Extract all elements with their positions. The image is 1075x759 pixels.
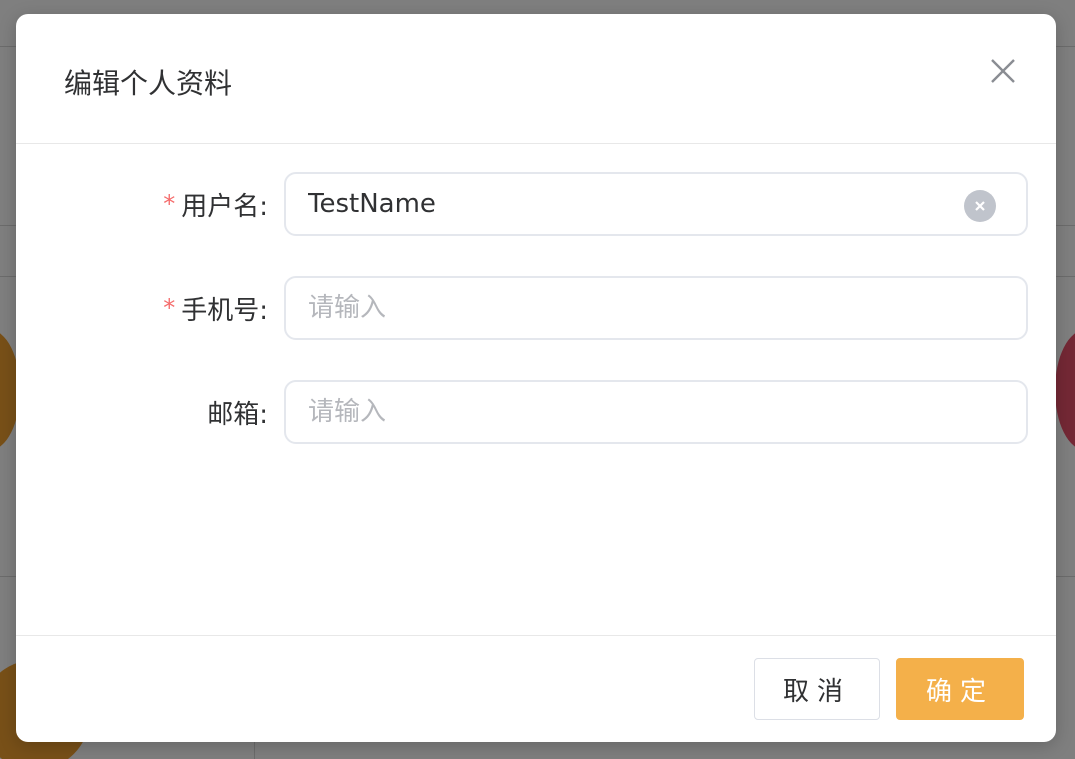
username-label-text: 用户名: [181,191,268,222]
username-label: * 用户名: [163,172,268,236]
dialog-header: 编辑个人资料 [16,14,1056,144]
email-input[interactable] [308,397,948,427]
phone-input[interactable] [308,293,948,323]
cancel-button[interactable]: 取消 [754,658,880,720]
phone-input-wrapper [284,276,1028,340]
app-page: 编辑个人资料 * 用户名: TestName * 手机号: 请输入 邮箱: 请输… [0,0,1075,759]
phone-label: * 手机号: [163,276,268,340]
email-label: 邮箱: [207,380,268,444]
required-mark: * [163,190,176,218]
required-mark: * [163,294,176,322]
confirm-button[interactable]: 确定 [896,658,1024,720]
close-button[interactable] [990,58,1016,84]
phone-label-text: 手机号: [181,295,268,326]
dialog-title: 编辑个人资料 [64,67,233,100]
close-icon [991,59,1015,83]
form-row-email: 邮箱: [16,380,1056,444]
email-label-text: 邮箱: [207,399,268,430]
dialog-footer: 取消 确定 [16,635,1056,742]
edit-profile-dialog: 编辑个人资料 * 用户名: TestName * 手机号: 请输入 邮箱: 请输… [16,14,1056,742]
circle-x-icon [975,201,985,211]
username-input-wrapper [284,172,1028,236]
username-input[interactable] [308,189,948,219]
form-row-phone: * 手机号: [16,276,1056,340]
email-input-wrapper [284,380,1028,444]
form-row-username: * 用户名: [16,172,1056,236]
clear-button[interactable] [964,190,996,222]
